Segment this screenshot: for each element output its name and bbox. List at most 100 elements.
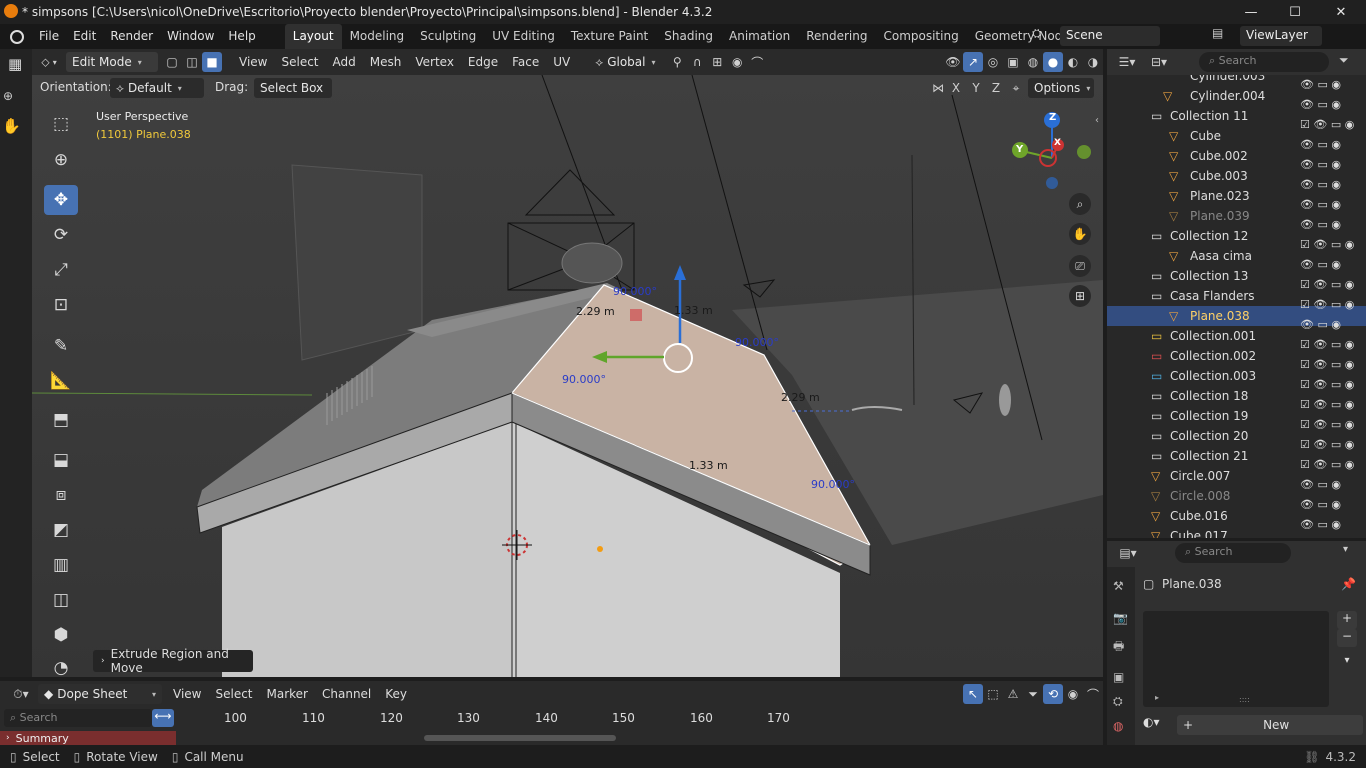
menu-uv[interactable]: UV: [546, 55, 577, 69]
poly-build-tool-icon[interactable]: ⬢: [44, 620, 78, 650]
snap-target-icon[interactable]: ⊞: [707, 52, 727, 72]
transform-tool-icon[interactable]: ⊡: [44, 290, 78, 320]
menu-view[interactable]: View: [166, 687, 208, 701]
menu-select[interactable]: Select: [274, 55, 325, 69]
output-tab-icon[interactable]: 🖶: [1113, 637, 1135, 658]
menu-channel[interactable]: Channel: [315, 687, 378, 701]
tab-animation[interactable]: Animation: [721, 24, 798, 49]
edge-select-icon[interactable]: ◫: [182, 52, 202, 72]
editor-type-icon[interactable]: ▦: [8, 55, 22, 73]
tab-sculpting[interactable]: Sculpting: [412, 24, 484, 49]
filter-icon[interactable]: ⏷: [1339, 53, 1349, 68]
scene-selector[interactable]: Scene: [1060, 26, 1160, 46]
vertex-select-icon[interactable]: ▢: [162, 52, 182, 72]
menu-edge[interactable]: Edge: [461, 55, 505, 69]
annotate-tool-icon[interactable]: ✎: [44, 331, 78, 361]
errors-icon[interactable]: ⚠: [1003, 684, 1023, 704]
rotate-tool-icon[interactable]: ⟳: [44, 220, 78, 250]
menu-view[interactable]: View: [232, 55, 274, 69]
scene-tab-icon[interactable]: ⛭: [1113, 694, 1135, 709]
chevron-down-icon[interactable]: ▾: [1337, 655, 1357, 673]
add-icon[interactable]: ⊕: [3, 89, 13, 103]
move-tool-icon[interactable]: ✥: [44, 185, 78, 215]
proportional-icon[interactable]: ◉: [1063, 684, 1083, 704]
operator-panel[interactable]: › Extrude Region and Move: [93, 647, 253, 675]
menu-edit[interactable]: Edit: [66, 24, 103, 49]
view-layer-tab-icon[interactable]: ▣: [1113, 670, 1135, 684]
add-cube-tool-icon[interactable]: ⬒: [44, 405, 78, 435]
falloff-icon[interactable]: ⌒: [747, 52, 767, 72]
cursor-tool-icon[interactable]: ⊕: [44, 145, 78, 175]
scale-tool-icon[interactable]: ⤢: [44, 255, 78, 285]
summary-channel[interactable]: › Summary: [0, 731, 176, 745]
bevel-tool-icon[interactable]: ◩: [44, 515, 78, 545]
pan-icon[interactable]: ✋: [1069, 223, 1091, 245]
spin-tool-icon[interactable]: ◔: [44, 653, 78, 677]
menu-render[interactable]: Render: [103, 24, 160, 49]
measure-tool-icon[interactable]: 📐: [44, 366, 78, 396]
axis-z-toggle[interactable]: Z: [986, 78, 1006, 98]
snap-icon[interactable]: ∩: [687, 52, 707, 72]
pivot-icon[interactable]: ⚲: [667, 52, 687, 72]
axis-y-toggle[interactable]: Y: [966, 78, 986, 98]
snapping-icon[interactable]: ⟲: [1043, 684, 1063, 704]
wireframe-shading-icon[interactable]: ◍: [1023, 52, 1043, 72]
tab-shading[interactable]: Shading: [656, 24, 721, 49]
mode-dropdown[interactable]: Edit Mode ▾: [66, 52, 158, 72]
blender-menu-icon[interactable]: [10, 29, 24, 44]
tab-texture-paint[interactable]: Texture Paint: [563, 24, 656, 49]
editor-type-dropdown[interactable]: ⬦ ▾: [32, 52, 66, 72]
loop-cut-tool-icon[interactable]: ▥: [44, 550, 78, 580]
visibility-icon[interactable]: 👁: [943, 52, 963, 72]
falloff-icon[interactable]: ⌒: [1083, 684, 1103, 704]
expand-icon[interactable]: ▸: [1155, 693, 1159, 702]
sync-icon[interactable]: ⟷: [152, 709, 174, 727]
material-browse-icon[interactable]: ◐▾: [1143, 715, 1160, 729]
scene-icon[interactable]: ⛭: [1032, 26, 1056, 46]
dopesheet-search-input[interactable]: ⌕ Search: [4, 709, 152, 727]
material-shading-icon[interactable]: ◐: [1063, 52, 1083, 72]
axis-x-toggle[interactable]: X: [946, 78, 966, 98]
inset-tool-icon[interactable]: ⧈: [44, 480, 78, 510]
new-material-button[interactable]: + New: [1177, 715, 1363, 735]
extrude-tool-icon[interactable]: ⬓: [44, 445, 78, 475]
close-button[interactable]: ✕: [1318, 0, 1364, 24]
face-select-icon[interactable]: ■: [202, 52, 222, 72]
orientation-dropdown[interactable]: ⟡ Default ▾: [110, 78, 204, 98]
tab-modeling[interactable]: Modeling: [342, 24, 413, 49]
menu-mesh[interactable]: Mesh: [363, 55, 409, 69]
view-layer-icon[interactable]: ▤: [1212, 26, 1236, 46]
menu-help[interactable]: Help: [221, 24, 262, 49]
proportional-edit-icon[interactable]: ◉: [727, 52, 747, 72]
grid-view-icon[interactable]: ⊞: [1069, 285, 1091, 307]
filter-icon[interactable]: ⏷: [1023, 684, 1043, 704]
options-dropdown[interactable]: Options ▾: [1028, 78, 1094, 98]
outliner-editor-icon[interactable]: ☰▾: [1111, 52, 1143, 72]
add-slot-button[interactable]: +: [1337, 611, 1357, 629]
knife-tool-icon[interactable]: ◫: [44, 585, 78, 615]
show-hidden-icon[interactable]: ⬚: [983, 684, 1003, 704]
menu-face[interactable]: Face: [505, 55, 546, 69]
menu-marker[interactable]: Marker: [260, 687, 315, 701]
3d-viewport[interactable]: Orientation: ⟡ Default ▾ Drag: Select Box …: [32, 75, 1103, 677]
resize-grip-icon[interactable]: ::::: [1239, 695, 1250, 704]
menu-add[interactable]: Add: [326, 55, 363, 69]
timeline-editor-icon[interactable]: ⏱▾: [4, 684, 38, 704]
overlay-icon[interactable]: ◎: [983, 52, 1003, 72]
material-slot-list[interactable]: ▸ ::::: [1143, 611, 1329, 707]
gizmo-icon[interactable]: ↗: [963, 52, 983, 72]
menu-select[interactable]: Select: [208, 687, 259, 701]
remove-slot-button[interactable]: −: [1337, 629, 1357, 647]
auto-merge-icon[interactable]: ⌖: [1006, 78, 1026, 98]
tab-layout[interactable]: Layout: [284, 24, 342, 49]
menu-key[interactable]: Key: [378, 687, 414, 701]
sidebar-toggle-icon[interactable]: ‹: [1095, 115, 1099, 126]
minimize-button[interactable]: —: [1228, 0, 1274, 24]
camera-view-icon[interactable]: ⎚: [1069, 255, 1091, 277]
world-tab-icon[interactable]: ◍: [1113, 719, 1135, 733]
maximize-button[interactable]: ☐: [1272, 0, 1318, 24]
menu-file[interactable]: File: [32, 24, 66, 49]
select-box-tool-icon[interactable]: ⬚: [44, 109, 78, 139]
menu-vertex[interactable]: Vertex: [408, 55, 461, 69]
hand-icon[interactable]: ✋: [2, 117, 21, 135]
